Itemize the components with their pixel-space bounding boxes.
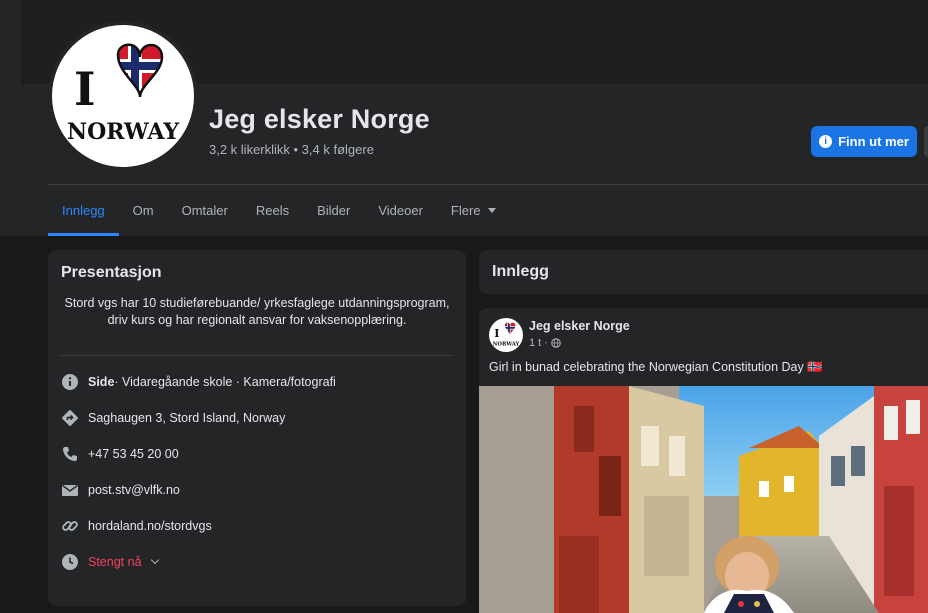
post-author[interactable]: Jeg elsker Norge (529, 319, 630, 333)
page-stats[interactable]: 3,2 k likerklikk • 3,4 k følgere (209, 142, 374, 157)
tab-more[interactable]: Flere (437, 185, 510, 236)
caret-down-icon (487, 208, 496, 213)
directions-icon (61, 409, 79, 427)
profile-avatar[interactable]: I NORWAY (48, 21, 198, 171)
posts-header: Innlegg (479, 250, 928, 294)
intro-title: Presentasjon (61, 264, 162, 281)
more-actions-button[interactable] (924, 126, 928, 157)
svg-text:NORWAY: NORWAY (493, 341, 520, 347)
logo-letter-i: I (74, 62, 96, 116)
link-icon (61, 517, 79, 535)
page-title: Jeg elsker Norge (209, 104, 430, 134)
info-category: Side · Vidaregåande skole · Kamera/fotog… (61, 372, 336, 392)
tab-photos[interactable]: Bilder (303, 185, 364, 236)
post-meta-separator: · (544, 337, 548, 349)
clock-icon (61, 553, 79, 571)
intro-divider (61, 355, 453, 356)
envelope-icon (61, 481, 79, 499)
svg-text:I: I (494, 327, 499, 340)
chevron-down-icon[interactable] (150, 555, 159, 565)
info-address[interactable]: Saghaugen 3, Stord Island, Norway (61, 408, 285, 428)
phone-icon (61, 445, 79, 463)
tab-reels[interactable]: Reels (242, 185, 303, 236)
posts-header-title: Innlegg (492, 263, 549, 280)
post-avatar[interactable]: I NORWAY (489, 318, 523, 352)
address-text: Saghaugen 3, Stord Island, Norway (88, 411, 286, 425)
info-phone[interactable]: +47 53 45 20 00 (61, 444, 179, 464)
learn-more-button[interactable]: i Finn ut mer (811, 126, 917, 157)
email-text: post.stv@vlfk.no (88, 483, 180, 497)
info-icon (61, 373, 79, 391)
tab-reviews[interactable]: Omtaler (168, 185, 242, 236)
header-left-fill (0, 0, 21, 84)
info-website[interactable]: hordaland.no/stordvgs (61, 516, 212, 536)
tab-about[interactable]: Om (119, 185, 168, 236)
post-text: Girl in bunad celebrating the Norwegian … (489, 360, 823, 374)
logo-word-norway: NORWAY (67, 119, 179, 145)
globe-icon (551, 338, 561, 348)
post-card: I NORWAY Jeg elsker Norge 1 t · Girl in … (479, 308, 928, 613)
info-email[interactable]: post.stv@vlfk.no (61, 480, 180, 500)
post-photo[interactable] (479, 386, 928, 613)
page-tabs: Innlegg Om Omtaler Reels Bilder Videoer … (48, 185, 510, 236)
intro-bio: Stord vgs har 10 studieførebuande/ yrkes… (64, 296, 450, 327)
info-icon: i (819, 135, 833, 148)
tab-videos[interactable]: Videoer (364, 185, 437, 236)
tab-posts[interactable]: Innlegg (48, 185, 119, 236)
post-time[interactable]: 1 t (529, 337, 541, 349)
intro-card: Presentasjon Stord vgs har 10 studieføre… (48, 250, 466, 606)
post-meta: 1 t · (529, 337, 561, 349)
website-link[interactable]: hordaland.no/stordvgs (88, 519, 212, 533)
category-text: · Vidaregåande skole · Kamera/fotografi (114, 375, 336, 389)
i-love-norway-logo: I NORWAY (67, 43, 179, 145)
hours-text: Stengt nå (88, 555, 142, 569)
category-prefix: Side (88, 375, 115, 389)
info-hours[interactable]: Stengt nå (61, 552, 159, 572)
i-love-norway-logo-small: I NORWAY (493, 322, 520, 347)
learn-more-label: Finn ut mer (838, 134, 909, 149)
phone-text: +47 53 45 20 00 (88, 447, 179, 461)
